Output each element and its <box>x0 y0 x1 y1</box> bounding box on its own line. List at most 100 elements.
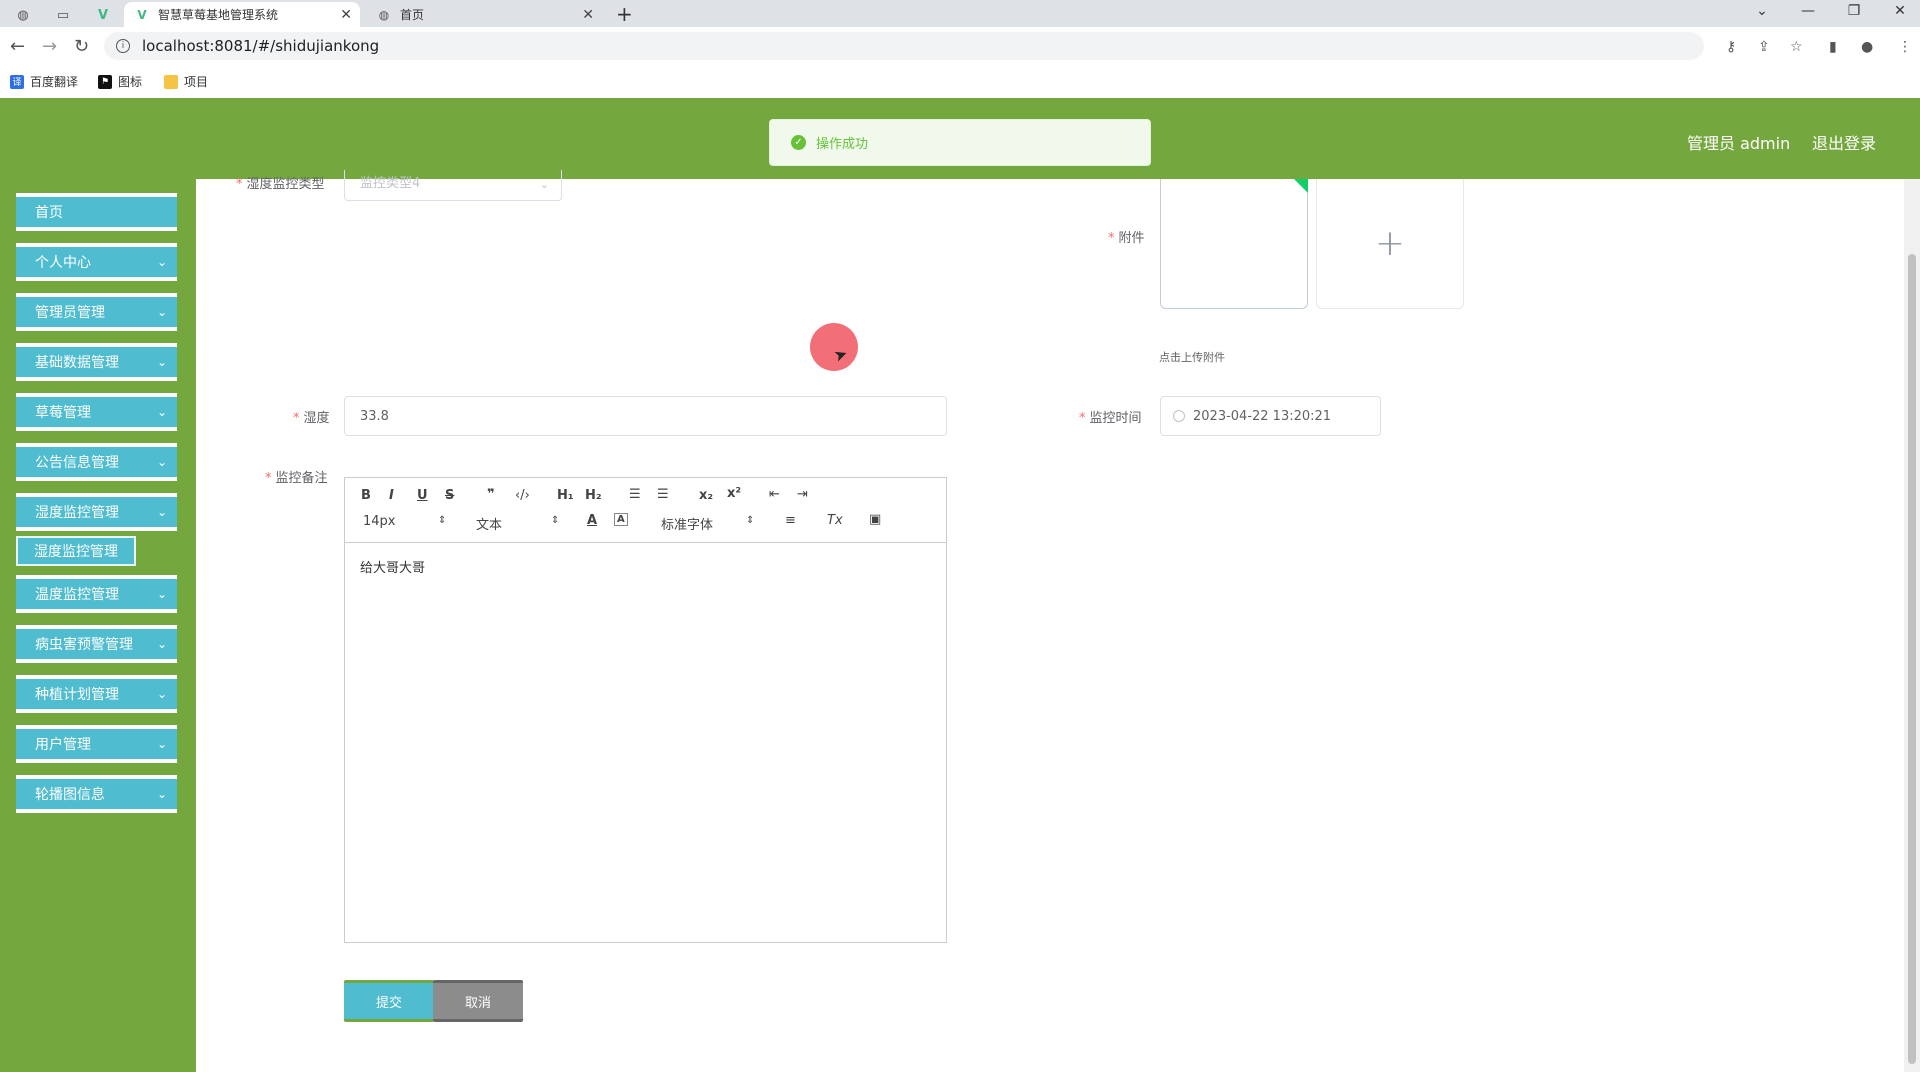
sidebar-item-carousel[interactable]: 轮播图信息 ⌄ <box>16 775 177 813</box>
tab-search-icon[interactable]: ⌄ <box>1742 0 1782 22</box>
sidebar-item-plan[interactable]: 种植计划管理 ⌄ <box>16 675 177 713</box>
font-color-icon[interactable]: A <box>587 513 597 528</box>
h1-icon[interactable]: H₁ <box>557 488 574 503</box>
underline-icon[interactable]: U <box>417 488 428 503</box>
globe-icon[interactable]: ◍ <box>8 4 38 26</box>
chevron-down-icon: ⌄ <box>156 455 167 469</box>
minimize-icon[interactable]: — <box>1788 0 1828 22</box>
font-size-value: 14px <box>363 514 396 529</box>
code-icon[interactable]: ‹/› <box>515 488 530 503</box>
time-picker[interactable]: 2023-04-22 13:20:21 <box>1160 396 1381 436</box>
h2-icon[interactable]: H₂ <box>585 488 602 503</box>
uploaded-file-thumbnail[interactable] <box>1160 179 1308 309</box>
sidebar-item-label: 首页 <box>35 205 63 221</box>
editor-content[interactable]: 给大哥大哥 <box>345 543 946 590</box>
key-icon[interactable]: ⚷ <box>1726 39 1736 55</box>
star-icon[interactable]: ☆ <box>1790 39 1803 55</box>
time-label: * 监控时间 <box>1079 407 1142 426</box>
humidity-input-value: 33.8 <box>360 408 389 424</box>
sidebar-item-home[interactable]: 首页 <box>16 193 177 231</box>
close-icon[interactable]: ✕ <box>340 7 352 23</box>
sidebar-item-strawberry[interactable]: 草莓管理 ⌄ <box>16 393 177 431</box>
align-icon[interactable]: ≡ <box>785 513 796 528</box>
back-icon[interactable]: ← <box>10 36 25 57</box>
bold-icon[interactable]: B <box>361 488 371 503</box>
profile-icon[interactable]: ● <box>1861 39 1873 55</box>
sidebar-item-users[interactable]: 用户管理 ⌄ <box>16 725 177 763</box>
bookmark-item[interactable]: ⚑ 图标 <box>98 73 142 90</box>
font-size-select[interactable]: 14px ⇕ <box>363 514 446 529</box>
sidebar-item-label: 公告信息管理 <box>35 455 119 471</box>
reload-icon[interactable]: ↻ <box>74 36 89 57</box>
url-field[interactable]: i localhost:8081/#/shidujiankong <box>104 32 1704 60</box>
strike-icon[interactable]: S <box>445 488 454 503</box>
outdent-icon[interactable]: ⇤ <box>769 487 780 502</box>
tab-active[interactable]: V 智慧草莓基地管理系统 ✕ <box>124 2 360 27</box>
text-style-select[interactable]: 文本 ⇕ <box>476 514 559 533</box>
bullet-list-icon[interactable]: ☰ <box>657 487 669 502</box>
rich-text-editor[interactable]: B I U S ❞ ‹/› H₁ H₂ ☰ ☰ x₂ x² ⇤ ⇥ 14px ⇕… <box>344 477 947 943</box>
upload-button[interactable]: + <box>1316 179 1464 309</box>
new-tab-button[interactable]: + <box>616 2 633 26</box>
editor-toolbar: B I U S ❞ ‹/› H₁ H₂ ☰ ☰ x₂ x² ⇤ ⇥ 14px ⇕… <box>345 478 946 543</box>
info-icon[interactable]: i <box>116 39 130 53</box>
sidebar-item-humidity[interactable]: 湿度监控管理 ⌄ <box>16 493 177 531</box>
close-icon[interactable]: ✕ <box>582 7 594 23</box>
forward-icon[interactable]: → <box>42 36 57 57</box>
updown-icon: ⇕ <box>746 515 755 526</box>
bookmark-item[interactable]: 项目 <box>164 73 208 90</box>
sidebar-item-basic-data[interactable]: 基础数据管理 ⌄ <box>16 343 177 381</box>
sidebar-subitem-humidity[interactable]: 湿度监控管理 <box>16 536 136 566</box>
window-close-icon[interactable]: ✕ <box>1880 0 1920 22</box>
sidebar-item-profile[interactable]: 个人中心 ⌄ <box>16 243 177 281</box>
humidity-label-text: 湿度 <box>303 411 330 426</box>
submit-button[interactable]: 提交 <box>344 980 434 1022</box>
background-color-icon[interactable]: A <box>614 513 628 526</box>
sidebar-item-label: 基础数据管理 <box>35 355 119 371</box>
updown-icon: ⇕ <box>438 515 447 526</box>
scrollbar-thumb[interactable] <box>1908 254 1916 1064</box>
share-icon[interactable]: ⇪ <box>1758 39 1770 55</box>
bookmark-label: 项目 <box>184 75 209 89</box>
type-select[interactable]: 监控类型4 ⌄ <box>344 170 562 201</box>
indent-icon[interactable]: ⇥ <box>797 487 808 502</box>
vue-icon: V <box>137 7 147 22</box>
admin-label: 管理员 admin <box>1687 134 1791 153</box>
scrollbar[interactable] <box>1904 179 1920 1072</box>
bookmark-item[interactable]: 译 百度翻译 <box>10 73 78 90</box>
url-text: localhost:8081/#/shidujiankong <box>142 37 380 55</box>
tab-home[interactable]: ◍ 首页 ✕ <box>366 2 602 27</box>
vue-icon[interactable]: V <box>88 4 118 26</box>
image-icon[interactable]: ▣ <box>869 512 881 527</box>
logout-link[interactable]: 退出登录 <box>1812 130 1876 154</box>
restore-icon[interactable]: ❐ <box>1834 0 1874 22</box>
subscript-icon[interactable]: x₂ <box>699 488 713 503</box>
font-family-select[interactable]: 标准字体 ⇕ <box>661 514 754 533</box>
chevron-down-icon: ⌄ <box>156 355 167 369</box>
translate-icon: 译 <box>10 74 24 89</box>
blank-tab-icon[interactable]: ▭ <box>48 4 78 26</box>
quote-icon[interactable]: ❞ <box>487 487 495 502</box>
sidebar-item-notice[interactable]: 公告信息管理 ⌄ <box>16 443 177 481</box>
required-mark: * <box>293 411 300 426</box>
sidepanel-icon[interactable]: ▮ <box>1829 39 1837 55</box>
note-label-text: 监控备注 <box>275 471 328 486</box>
menu-icon[interactable]: ⋮ <box>1898 39 1912 55</box>
sidebar-item-admin[interactable]: 管理员管理 ⌄ <box>16 293 177 331</box>
text-style-value: 文本 <box>476 518 503 533</box>
chevron-down-icon: ⌄ <box>156 305 167 319</box>
type-label-text: 湿度监控类型 <box>246 177 325 192</box>
clear-format-icon[interactable]: Tx <box>827 513 843 528</box>
sidebar-item-pest[interactable]: 病虫害预警管理 ⌄ <box>16 625 177 663</box>
folder-icon <box>164 74 178 89</box>
check-circle-icon: ✓ <box>791 135 806 150</box>
italic-icon[interactable]: I <box>389 488 394 503</box>
cancel-button[interactable]: 取消 <box>433 980 523 1022</box>
sidebar-item-label: 管理员管理 <box>35 305 105 321</box>
sidebar-item-temperature[interactable]: 温度监控管理 ⌄ <box>16 575 177 613</box>
success-corner <box>1294 179 1308 193</box>
ordered-list-icon[interactable]: ☰ <box>629 487 641 502</box>
chevron-down-icon: ⌄ <box>156 687 167 701</box>
superscript-icon[interactable]: x² <box>727 486 741 501</box>
humidity-input[interactable]: 33.8 <box>344 396 947 436</box>
